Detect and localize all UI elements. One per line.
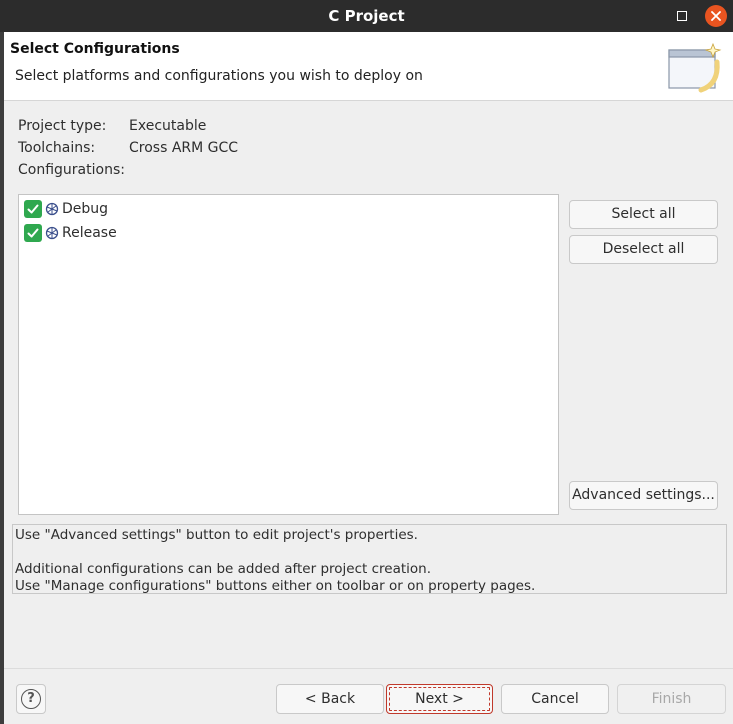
close-icon — [711, 11, 721, 21]
config-label: Debug — [62, 201, 109, 217]
maximize-button[interactable] — [671, 5, 693, 27]
config-label: Release — [62, 225, 117, 241]
help-line-1: Use "Advanced settings" button to edit p… — [15, 527, 418, 543]
advanced-settings-button[interactable]: Advanced settings... — [569, 481, 718, 510]
finish-button[interactable]: Finish — [617, 684, 726, 714]
help-line-3: Use "Manage configurations" buttons eith… — [15, 578, 536, 594]
cancel-button[interactable]: Cancel — [501, 684, 609, 714]
help-line-2: Additional configurations can be added a… — [15, 561, 432, 577]
title-bar[interactable]: C Project — [0, 0, 733, 32]
debug-checkbox[interactable] — [24, 200, 42, 218]
config-item-debug[interactable]: Debug — [24, 200, 224, 220]
release-checkbox[interactable] — [24, 224, 42, 242]
project-type-label: Project type: — [18, 118, 107, 134]
page-title: Select Configurations — [10, 41, 180, 57]
configuration-icon — [45, 226, 59, 240]
deselect-all-button[interactable]: Deselect all — [569, 235, 718, 264]
footer-divider — [4, 668, 733, 669]
select-all-button[interactable]: Select all — [569, 200, 718, 229]
help-button[interactable]: ? — [16, 684, 46, 714]
configuration-icon — [45, 202, 59, 216]
configurations-label: Configurations: — [18, 162, 125, 178]
configurations-list[interactable]: Debug Release — [18, 194, 559, 515]
wizard-banner-icon — [668, 42, 722, 93]
page-subtitle: Select platforms and configurations you … — [15, 68, 423, 84]
close-button[interactable] — [705, 5, 727, 27]
wizard-header: Select Configurations Select platforms a… — [4, 32, 733, 101]
window-edge — [0, 32, 4, 724]
maximize-icon — [677, 11, 687, 21]
help-text-panel: Use "Advanced settings" button to edit p… — [12, 524, 727, 594]
back-button[interactable]: < Back — [276, 684, 384, 714]
checkmark-icon — [27, 228, 39, 238]
next-button[interactable]: Next > — [386, 684, 493, 714]
config-item-release[interactable]: Release — [24, 224, 224, 244]
c-project-dialog: C Project Select Configurations Select p… — [0, 0, 733, 724]
toolchains-label: Toolchains: — [18, 140, 96, 156]
toolchains-value: Cross ARM GCC — [129, 140, 239, 156]
question-mark-icon: ? — [21, 689, 41, 709]
checkmark-icon — [27, 204, 39, 214]
window-title: C Project — [328, 7, 405, 25]
project-type-value: Executable — [129, 118, 207, 134]
